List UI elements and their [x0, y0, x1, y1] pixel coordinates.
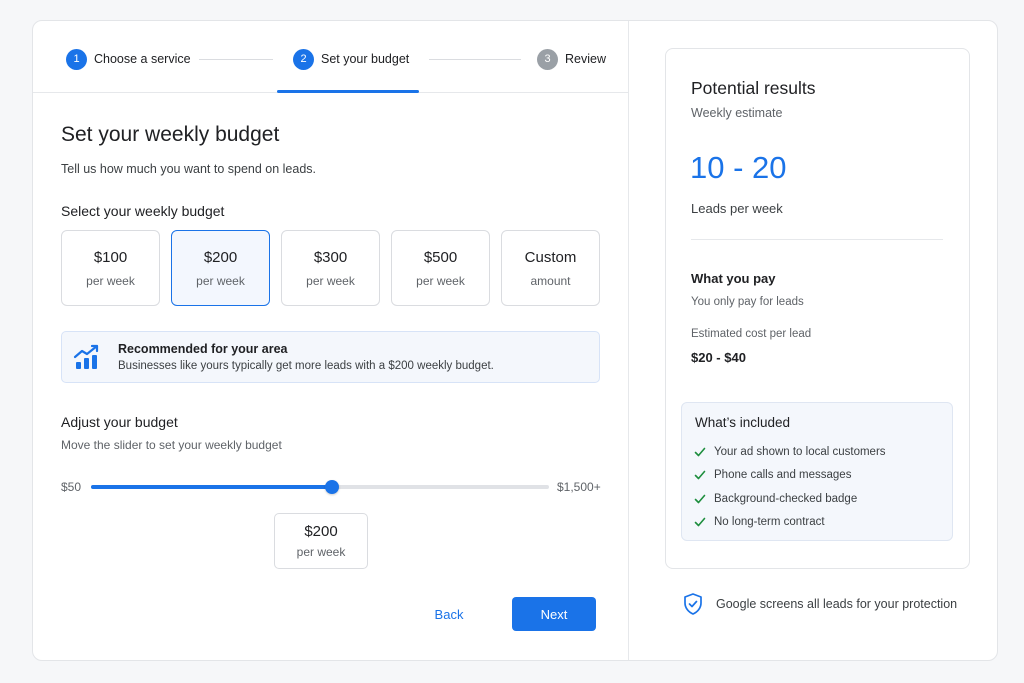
step-label: Choose a service [94, 52, 191, 66]
step-set-budget[interactable]: 2 Set your budget [293, 48, 409, 70]
budget-option-custom[interactable]: Custom amount [501, 230, 600, 306]
trending-up-chart-icon [73, 344, 99, 369]
included-item-text: Background-checked badge [714, 492, 858, 505]
check-icon [694, 447, 706, 457]
option-amount: Custom [524, 248, 577, 266]
option-amount: $500 [423, 248, 458, 266]
option-amount: $200 [203, 248, 238, 266]
option-period: amount [530, 273, 571, 288]
leads-range-label: Leads per week [691, 201, 783, 216]
active-step-indicator [277, 90, 419, 93]
option-amount: $100 [93, 248, 128, 266]
budget-option-500[interactable]: $500 per week [391, 230, 490, 306]
slider-min-label: $50 [61, 480, 82, 494]
results-title: Potential results [691, 78, 816, 98]
budget-panel: 1 Choose a service 2 Set your budget 3 R… [33, 21, 628, 660]
budget-slider-track[interactable] [91, 480, 549, 494]
included-list: Your ad shown to local customers Phone c… [694, 440, 886, 534]
next-button[interactable]: Next [512, 597, 596, 631]
list-item: Background-checked badge [694, 487, 886, 511]
check-icon [694, 470, 706, 480]
step-number: 1 [66, 48, 87, 70]
budget-card: 1 Choose a service 2 Set your budget 3 R… [32, 20, 998, 661]
recommendation-banner: Recommended for your area Businesses lik… [61, 331, 600, 383]
budget-option-200[interactable]: $200 per week [171, 230, 270, 306]
adjust-budget-label: Adjust your budget [61, 414, 178, 430]
back-button[interactable]: Back [421, 598, 477, 630]
option-period: per week [416, 273, 465, 288]
list-item: Your ad shown to local customers [694, 440, 886, 464]
recommendation-title: Recommended for your area [118, 342, 288, 356]
step-label: Set your budget [321, 52, 410, 66]
cost-per-lead-label: Estimated cost per lead [691, 328, 812, 340]
list-item: Phone calls and messages [694, 464, 886, 488]
results-subtitle: Weekly estimate [691, 106, 783, 120]
slider-max-label: $1,500+ [557, 480, 601, 494]
what-you-pay-subtitle: You only pay for leads [691, 296, 804, 308]
protection-notice: Google screens all leads for your protec… [682, 592, 957, 616]
whats-included-title: What’s included [695, 415, 791, 430]
included-item-text: Phone calls and messages [714, 469, 852, 482]
budget-slider-fill [91, 485, 332, 489]
step-number: 3 [537, 48, 558, 70]
step-number: 2 [293, 48, 314, 70]
option-amount: $300 [313, 248, 348, 266]
panel-divider [628, 21, 629, 660]
page-subtitle: Tell us how much you want to spend on le… [61, 162, 317, 176]
recommendation-text: Businesses like yours typically get more… [118, 360, 494, 372]
budget-option-300[interactable]: $300 per week [281, 230, 380, 306]
cost-per-lead-value: $20 - $40 [691, 350, 746, 365]
option-period: per week [196, 273, 245, 288]
results-divider [691, 239, 943, 240]
step-connector [429, 59, 521, 60]
included-item-text: Your ad shown to local customers [714, 445, 886, 458]
current-budget-period: per week [296, 545, 346, 559]
step-connector [199, 59, 273, 60]
select-budget-label: Select your weekly budget [61, 203, 225, 219]
shield-check-icon [684, 593, 702, 615]
option-period: per week [306, 273, 355, 288]
check-icon [694, 517, 706, 527]
stepper: 1 Choose a service 2 Set your budget 3 R… [33, 21, 628, 93]
included-item-text: No long-term contract [714, 516, 825, 529]
leads-range: 10 - 20 [690, 150, 787, 185]
list-item: No long-term contract [694, 511, 886, 535]
slider-description: Move the slider to set your weekly budge… [61, 438, 282, 452]
step-review[interactable]: 3 Review [537, 48, 606, 70]
step-label: Review [565, 52, 606, 66]
whats-included-box: What’s included Your ad shown to local c… [681, 402, 953, 541]
current-budget-amount: $200 [304, 523, 338, 540]
check-icon [694, 494, 706, 504]
budget-option-100[interactable]: $100 per week [61, 230, 160, 306]
option-period: per week [86, 273, 135, 288]
step-choose-service[interactable]: 1 Choose a service [66, 48, 191, 70]
page-title: Set your weekly budget [61, 123, 280, 146]
current-budget-display: $200 per week [274, 513, 368, 569]
budget-slider-thumb[interactable] [324, 480, 339, 494]
protection-text: Google screens all leads for your protec… [716, 597, 958, 611]
what-you-pay-title: What you pay [691, 271, 776, 286]
potential-results-card: Potential results Weekly estimate 10 - 2… [665, 48, 970, 569]
